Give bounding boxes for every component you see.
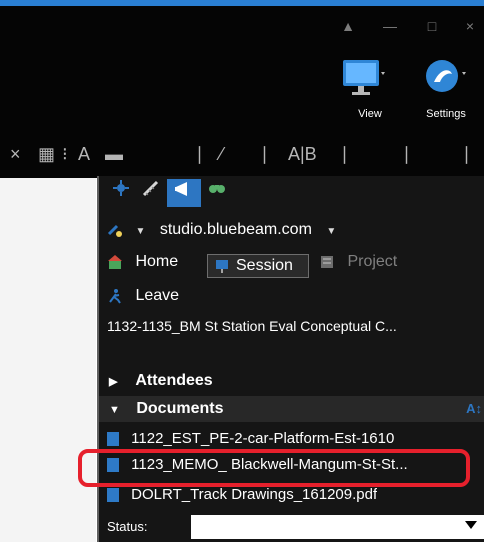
view-label: View [358,108,382,120]
status-label: Status: [107,519,148,534]
chevron-down-icon: ▼ [326,226,337,237]
toolset-dropdown-icon[interactable]: ∣ [462,132,471,176]
megaphone-icon [173,182,195,203]
chevron-down-icon: ▼ [135,226,146,237]
toolset-dropdown-icon[interactable]: ∣ [260,132,269,176]
highlight-box [78,449,470,487]
compare-text-icon[interactable]: A|B [288,132,317,176]
satellite-icon [107,222,123,238]
settings-label: Settings [426,108,466,120]
documents-label: Documents [136,400,224,417]
panel-tabs [109,179,269,207]
nav-row: Home Session Project [107,250,397,278]
document-icon [107,432,119,447]
app-window: ▲ — □ × View Settings × ▦ ⁝ A ▬ ∣ ⁄ ∣ A|… [0,0,484,542]
chevron-down-icon: ▼ [109,404,120,416]
project-label: Project [347,253,398,270]
tab-settings[interactable] [109,179,133,207]
exit-icon [107,288,123,304]
delete-icon[interactable]: × [10,132,21,176]
ribbon: ▲ — □ × View Settings × ▦ ⁝ A ▬ ∣ ⁄ ∣ A|… [0,0,484,178]
text-icon[interactable]: A [78,132,90,176]
chevron-right-icon: ▶ [109,376,118,388]
session-icon [214,258,230,274]
leave-button[interactable]: Leave [107,284,179,308]
home-icon [107,254,123,270]
chevron-down-icon [465,521,477,529]
document-area [0,178,96,542]
toolset-dropdown-icon[interactable]: ∣ [402,132,411,176]
stamp-icon[interactable]: ▦ [38,132,55,176]
tab-measure[interactable] [139,179,163,207]
separator-icon: ⁝ [62,144,68,164]
session-button[interactable]: Session [207,254,309,278]
session-label: Session [236,257,293,274]
status-dropdown[interactable] [191,515,484,539]
tool-row: × ▦ ⁝ A ▬ ∣ ⁄ ∣ A|B ∣ ∣ ∣ [0,132,484,176]
leave-label: Leave [135,287,180,304]
close-icon[interactable]: × [458,14,482,38]
maximize-icon[interactable]: □ [420,14,444,38]
document-name: 1122_EST_PE-2-car-Platform-Est-1610 [131,430,395,447]
line-icon[interactable]: ⁄ [220,132,223,176]
tab-studio[interactable] [167,179,201,207]
monitor-icon [341,58,385,103]
home-button[interactable]: Home [135,253,178,270]
binoculars-icon [207,184,227,201]
documents-section[interactable]: ▼ Documents A↕ [99,396,484,422]
document-icon [107,488,119,503]
bluebeam-logo-icon [424,58,468,103]
ribbon-collapse-icon[interactable]: ▲ [336,14,360,38]
highlight-icon[interactable]: ▬ [105,132,123,176]
document-name: DOLRT_Track Drawings_161209.pdf [131,486,378,503]
gear-icon [112,180,130,201]
project-icon [319,254,335,270]
server-row[interactable]: ▼ studio.bluebeam.com ▼ [107,218,336,242]
window-accent-strip [0,0,484,6]
server-name: studio.bluebeam.com [159,221,312,238]
session-title: 1132-1135_BM St Station Eval Conceptual … [107,318,397,334]
attendees-label: Attendees [135,372,213,389]
ruler-icon [141,180,161,203]
tab-search[interactable] [205,179,229,207]
minimize-icon[interactable]: — [378,14,402,38]
project-button[interactable]: Project [319,250,397,274]
attendees-section[interactable]: ▶ Attendees [109,368,213,394]
sort-button[interactable]: A↕ [466,396,482,422]
view-button[interactable]: View [335,58,405,126]
settings-button[interactable]: Settings [410,58,482,126]
toolset-dropdown-icon[interactable]: ∣ [195,132,204,176]
toolset-dropdown-icon[interactable]: ∣ [340,132,349,176]
studio-panel: ▼ studio.bluebeam.com ▼ Home Session Pro… [97,176,484,542]
